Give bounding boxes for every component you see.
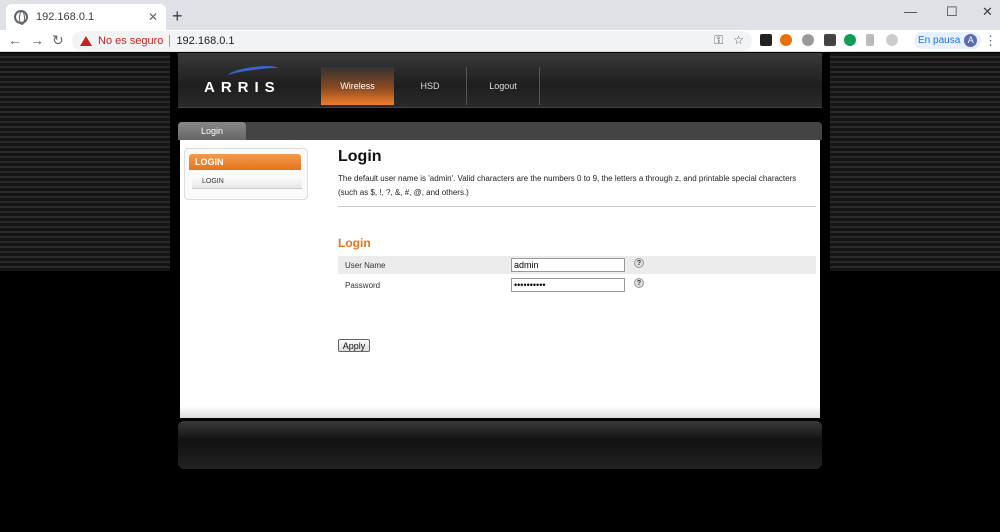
browser-toolbar: ← → ↻ No es seguro 192.168.0.1 ⚿ ☆ En pa… (0, 30, 1000, 52)
password-label: Password (345, 280, 381, 290)
profile-status-button[interactable]: En pausa A (914, 32, 982, 49)
apply-button[interactable]: Apply (338, 339, 370, 352)
router-footer (178, 421, 822, 469)
separator (169, 35, 171, 47)
sidebar-header: LOGIN (189, 154, 301, 170)
panel-tab-bar: Login (178, 122, 822, 140)
new-tab-button[interactable]: + (172, 6, 183, 27)
password-row: Password ? (338, 276, 816, 294)
divider (338, 206, 816, 207)
browser-menu-icon[interactable]: ⋮ (984, 33, 997, 49)
password-input[interactable] (511, 278, 625, 292)
extension-icon[interactable] (780, 34, 792, 46)
extension-icon[interactable] (886, 34, 898, 46)
username-input[interactable] (511, 258, 625, 272)
router-header: ARRIS Wireless HSD Logout (178, 53, 822, 108)
extension-icon[interactable] (802, 34, 814, 46)
content-footer-shade (180, 406, 820, 418)
forward-button[interactable]: → (30, 32, 44, 48)
close-window-button[interactable]: ✕ (982, 4, 993, 20)
bookmark-star-icon[interactable]: ☆ (733, 33, 744, 48)
profile-status-label: En pausa (918, 35, 961, 46)
logo-swoosh-icon (227, 63, 279, 81)
browser-tab[interactable]: 192.168.0.1 ✕ (6, 4, 166, 30)
sidebar-item-login[interactable]: LOGIN (192, 175, 302, 189)
main-content: Login The default user name is 'admin'. … (338, 148, 816, 352)
username-row: User Name ? (338, 256, 816, 274)
nav-hsd[interactable]: HSD (394, 67, 467, 105)
background-stripes (830, 53, 1000, 271)
warning-icon (80, 36, 92, 46)
reload-button[interactable]: ↻ (52, 32, 64, 49)
security-label[interactable]: No es seguro (98, 35, 163, 47)
maximize-button[interactable]: ☐ (946, 4, 958, 20)
background-stripes (0, 53, 170, 271)
tab-title: 192.168.0.1 (36, 11, 95, 23)
description-text: The default user name is 'admin'. Valid … (338, 174, 797, 197)
tab-close-icon[interactable]: ✕ (148, 10, 158, 24)
main-nav: Wireless HSD Logout (321, 67, 540, 105)
sidebar: LOGIN LOGIN (184, 148, 308, 200)
page-title: Login (338, 148, 382, 165)
extension-icon[interactable] (824, 34, 836, 46)
router-page: ARRIS Wireless HSD Logout Login LOGIN LO… (0, 53, 1000, 532)
tab-login[interactable]: Login (178, 122, 246, 140)
back-button[interactable]: ← (8, 32, 22, 48)
minimize-button[interactable]: — (904, 4, 917, 19)
globe-icon (14, 10, 28, 25)
arris-logo: ARRIS (204, 79, 281, 96)
help-icon[interactable]: ? (634, 278, 644, 288)
section-title: Login (338, 236, 371, 250)
nav-logout[interactable]: Logout (467, 67, 540, 105)
help-icon[interactable]: ? (634, 258, 644, 268)
nav-wireless[interactable]: Wireless (321, 67, 394, 105)
address-bar[interactable]: No es seguro 192.168.0.1 ⚿ ☆ (72, 31, 752, 51)
avatar: A (964, 34, 978, 47)
username-label: User Name (345, 260, 386, 270)
extension-icon[interactable] (760, 34, 772, 46)
url-text[interactable]: 192.168.0.1 (176, 35, 234, 47)
key-icon[interactable]: ⚿ (714, 33, 723, 48)
extension-icon[interactable] (844, 34, 856, 46)
extension-icon[interactable] (866, 34, 874, 46)
content-panel: LOGIN LOGIN Login The default user name … (180, 140, 820, 418)
browser-tab-bar: 192.168.0.1 ✕ + — ☐ ✕ (0, 0, 1000, 30)
